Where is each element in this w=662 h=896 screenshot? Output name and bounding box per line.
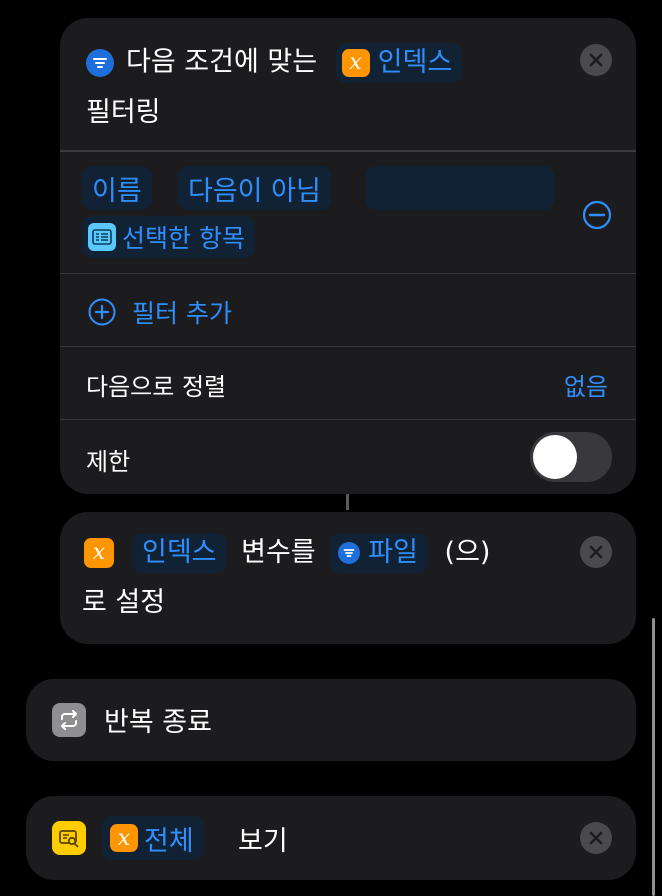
set-variable-value-token[interactable]: 파일 [330,532,428,573]
sort-value[interactable]: 없음 [564,367,608,402]
set-variable-text-line2: 로 설정 [82,586,166,618]
set-variable-text-tail: (으) [444,536,491,568]
plus-circle-icon [88,298,116,326]
add-filter-label: 필터 추가 [132,299,232,328]
set-variable-text-mid: 변수를 [241,536,316,568]
show-icon [52,821,86,855]
filter-variable-label: 인덱스 [377,46,453,78]
set-variable-content: x 인덱스 변수를 파일 (으) 로 설정 [82,532,574,623]
close-icon [589,831,603,845]
connector-line [346,494,349,510]
sort-row[interactable]: 다음으로 정렬 없음 [60,347,636,419]
set-variable-value-label: 파일 [368,536,418,568]
filter-result-icon [338,541,361,564]
filter-condition-row: 이름 다음이 아님 선택한 항목 [60,152,636,272]
selected-item-icon [88,223,116,251]
filter-header: 다음 조건에 맞는 x 인덱스 필터링 [86,42,586,133]
filter-close-button[interactable] [580,44,612,76]
filter-icon [86,48,114,77]
add-filter-button[interactable]: 필터 추가 [88,294,232,330]
show-variable-token[interactable]: x 전체 [102,816,204,860]
show-action-card: x 전체 보기 [26,796,636,880]
close-icon [589,545,603,559]
scroll-indicator[interactable] [652,618,655,896]
show-label: 보기 [238,826,288,857]
condition-value-empty-field[interactable] [366,166,554,210]
condition-operator-token[interactable]: 다음이 아님 [178,166,331,210]
condition-value-token[interactable]: 선택한 항목 [82,216,255,258]
filter-title-text: 다음 조건에 맞는 [126,46,318,78]
limit-row: 제한 [60,420,636,494]
condition-field-token[interactable]: 이름 [82,166,152,210]
filter-variable-token[interactable]: x 인덱스 [335,42,463,83]
set-variable-name-token[interactable]: 인덱스 [132,532,227,573]
set-variable-x-icon: x [84,537,114,568]
remove-condition-icon[interactable] [582,200,612,230]
end-repeat-label: 반복 종료 [104,707,212,738]
filter-action-card: 다음 조건에 맞는 x 인덱스 필터링 이름 다음이 아님 선택한 항목 필터 … [60,18,636,494]
show-close-button[interactable] [580,822,612,854]
limit-toggle[interactable] [530,432,612,482]
show-variable-x-icon: x [110,824,138,852]
end-repeat-action-card: 반복 종료 [26,679,636,761]
close-icon [589,53,603,67]
condition-value-label: 선택한 항목 [122,224,245,253]
set-variable-close-button[interactable] [580,536,612,568]
filter-divider-2 [60,273,636,274]
sort-label: 다음으로 정렬 [86,373,227,401]
limit-label: 제한 [86,448,131,476]
variable-x-icon: x [341,48,370,77]
filter-title-line2: 필터링 [86,96,161,128]
repeat-icon [52,703,86,737]
toggle-knob [533,435,577,479]
set-variable-action-card: x 인덱스 변수를 파일 (으) 로 설정 [60,512,636,644]
show-variable-label: 전체 [144,825,194,857]
